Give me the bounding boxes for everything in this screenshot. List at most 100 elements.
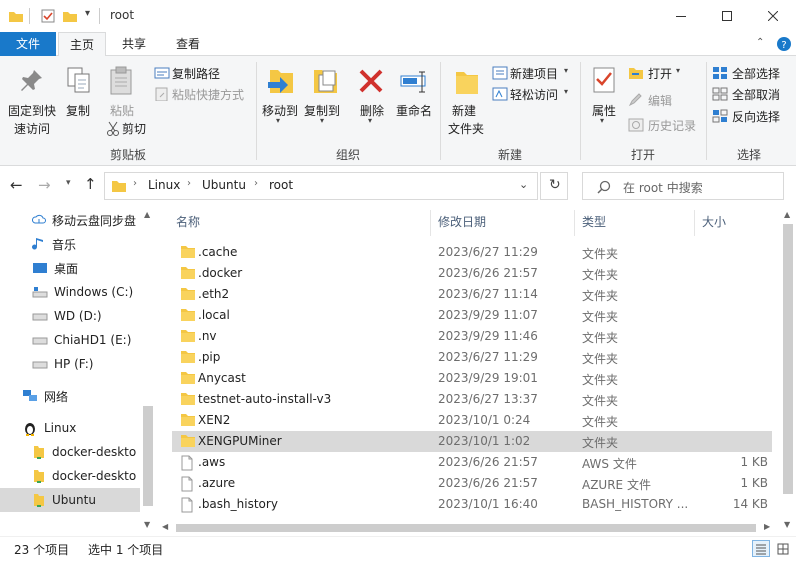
scroll-right-icon[interactable]: ▶ — [764, 522, 770, 531]
column-header-date[interactable]: 修改日期 — [438, 213, 486, 230]
easy-access-icon — [492, 87, 508, 101]
paste-icon — [110, 66, 132, 95]
paste-shortcut-button[interactable]: 粘贴快捷方式 — [152, 86, 252, 104]
table-row[interactable]: .nv 2023/9/29 11:46 文件夹 — [172, 326, 772, 347]
maximize-button[interactable] — [704, 0, 750, 32]
file-scroll-thumb[interactable] — [783, 224, 793, 494]
cut-button[interactable]: 剪切 — [104, 120, 164, 138]
back-arrow-icon[interactable]: ← — [10, 176, 23, 194]
breadcrumb-ubuntu[interactable]: Ubuntu — [202, 178, 246, 192]
table-row[interactable]: .local 2023/9/29 11:07 文件夹 — [172, 305, 772, 326]
nav-item-drive-c[interactable]: Windows (C:) — [0, 280, 140, 304]
file-name: XENGPUMiner — [198, 434, 282, 448]
nav-item-ubuntu[interactable]: Ubuntu — [0, 488, 140, 512]
breadcrumb-root[interactable]: root — [269, 178, 293, 192]
scroll-down-icon[interactable]: ▼ — [144, 520, 150, 529]
refresh-button[interactable]: ↻ — [540, 172, 568, 200]
rename-button[interactable]: 重命名 — [394, 62, 434, 142]
large-icons-view-button[interactable] — [774, 540, 792, 557]
breadcrumb-linux[interactable]: Linux — [148, 178, 180, 192]
new-item-dropdown-icon: ▾ — [564, 66, 569, 75]
column-divider[interactable] — [574, 210, 575, 236]
invert-selection-button[interactable]: 反向选择 — [712, 108, 792, 126]
new-folder-button[interactable]: 新建 文件夹 — [444, 62, 490, 142]
table-row[interactable]: .cache 2023/6/27 11:29 文件夹 — [172, 242, 772, 263]
table-row[interactable]: .eth2 2023/6/27 11:14 文件夹 — [172, 284, 772, 305]
table-row[interactable]: .pip 2023/6/27 11:29 文件夹 — [172, 347, 772, 368]
nav-item-network[interactable]: 网络 — [0, 384, 140, 408]
customize-quick-access-icon[interactable]: ▾ — [85, 8, 90, 19]
properties-button[interactable]: 属性 ▾ — [584, 62, 624, 142]
nav-item-drive-f[interactable]: HP (F:) — [0, 352, 140, 376]
horizontal-scrollbar[interactable]: ◀ ▶ — [158, 520, 780, 536]
nav-scrollbar[interactable]: ▲ ▼ — [140, 206, 156, 536]
column-header-name[interactable]: 名称 — [176, 213, 200, 230]
details-view-button[interactable] — [752, 540, 770, 557]
copy-path-button[interactable]: 复制路径 — [152, 65, 252, 83]
nav-item-docker-desktop-1[interactable]: docker-deskto — [0, 440, 140, 464]
edit-button[interactable]: 编辑 — [628, 92, 698, 110]
music-icon — [32, 238, 43, 250]
file-size: 14 KB — [732, 497, 768, 511]
select-all-button[interactable]: 全部选择 — [712, 65, 792, 83]
recent-locations-icon[interactable]: ▾ — [66, 178, 71, 188]
rename-icon — [400, 71, 426, 93]
new-folder-quick-icon[interactable] — [62, 8, 78, 24]
scroll-down-icon[interactable]: ▼ — [784, 520, 790, 529]
file-date: 2023/9/29 11:46 — [438, 329, 538, 343]
table-row[interactable]: .azure 2023/6/26 21:57 AZURE 文件 1 KB — [172, 473, 772, 494]
column-header-type[interactable]: 类型 — [582, 213, 606, 230]
up-arrow-icon[interactable]: ↑ — [84, 175, 97, 193]
delete-button[interactable]: 删除 ▾ — [354, 62, 388, 142]
tab-view[interactable]: 查看 — [164, 32, 212, 56]
nav-item-music[interactable]: 音乐 — [0, 232, 140, 256]
tab-home[interactable]: 主页 — [58, 32, 106, 57]
nav-item-linux[interactable]: Linux — [0, 416, 140, 440]
nav-item-drive-d[interactable]: WD (D:) — [0, 304, 140, 328]
table-row[interactable]: XENGPUMiner 2023/10/1 1:02 文件夹 — [172, 431, 772, 452]
nav-item-desktop[interactable]: 桌面 — [0, 256, 140, 280]
forward-arrow-icon[interactable]: → — [38, 176, 51, 194]
pin-to-quick-access-button[interactable]: 固定到快 速访问 — [4, 62, 60, 142]
scroll-up-icon[interactable]: ▲ — [144, 210, 150, 219]
move-to-button[interactable]: 移动到 ▾ — [260, 62, 300, 142]
column-divider[interactable] — [430, 210, 431, 236]
copy-to-button[interactable]: 复制到 ▾ — [302, 62, 344, 142]
nav-item-cloud-sync[interactable]: 移动云盘同步盘 — [0, 208, 140, 232]
table-row[interactable]: .bash_history 2023/10/1 16:40 BASH_HISTORY… — [172, 494, 772, 515]
address-bar[interactable]: › Linux › Ubuntu › root ⌄ — [104, 172, 538, 200]
close-button[interactable] — [750, 0, 796, 32]
file-name: .local — [198, 308, 230, 322]
horizontal-scroll-thumb[interactable] — [176, 524, 756, 532]
copy-button[interactable]: 复制 — [62, 62, 96, 142]
ribbon: 固定到快 速访问 复制 粘贴 复制路径 粘贴快捷方式 剪切 剪贴板 移动到 ▾ … — [0, 56, 796, 166]
paste-button[interactable]: 粘贴 — [102, 62, 140, 118]
easy-access-button[interactable]: 轻松访问 ▾ — [492, 86, 576, 104]
nav-item-docker-desktop-2[interactable]: docker-deskto — [0, 464, 140, 488]
properties-quick-icon[interactable] — [40, 8, 56, 24]
table-row[interactable]: .docker 2023/6/26 21:57 文件夹 — [172, 263, 772, 284]
open-button[interactable]: 打开 ▾ — [628, 65, 698, 83]
history-button[interactable]: 历史记录 — [628, 117, 704, 135]
table-row[interactable]: testnet-auto-install-v3 2023/6/27 13:37 文件… — [172, 389, 772, 410]
new-item-button[interactable]: 新建项目 ▾ — [492, 65, 576, 83]
scroll-left-icon[interactable]: ◀ — [162, 522, 168, 531]
search-input[interactable]: 在 root 中搜索 — [582, 172, 784, 200]
table-row[interactable]: Anycast 2023/9/29 19:01 文件夹 — [172, 368, 772, 389]
tab-file[interactable]: 文件 — [0, 32, 56, 56]
table-row[interactable]: .aws 2023/6/26 21:57 AWS 文件 1 KB — [172, 452, 772, 473]
collapse-ribbon-icon[interactable]: ⌃ — [756, 37, 764, 48]
nav-item-drive-e[interactable]: ChiaHD1 (E:) — [0, 328, 140, 352]
column-divider[interactable] — [694, 210, 695, 236]
address-dropdown-icon[interactable]: ⌄ — [519, 178, 528, 191]
help-icon[interactable]: ? — [776, 36, 792, 52]
folder-icon — [181, 267, 195, 279]
minimize-button[interactable] — [658, 0, 704, 32]
nav-scroll-thumb[interactable] — [143, 406, 153, 506]
column-header-size[interactable]: 大小 — [702, 213, 726, 230]
file-list-scrollbar[interactable]: ▲ ▼ — [780, 206, 796, 536]
table-row[interactable]: XEN2 2023/10/1 0:24 文件夹 — [172, 410, 772, 431]
tab-share[interactable]: 共享 — [110, 32, 158, 56]
scroll-up-icon[interactable]: ▲ — [784, 210, 790, 219]
select-none-button[interactable]: 全部取消 — [712, 86, 792, 104]
